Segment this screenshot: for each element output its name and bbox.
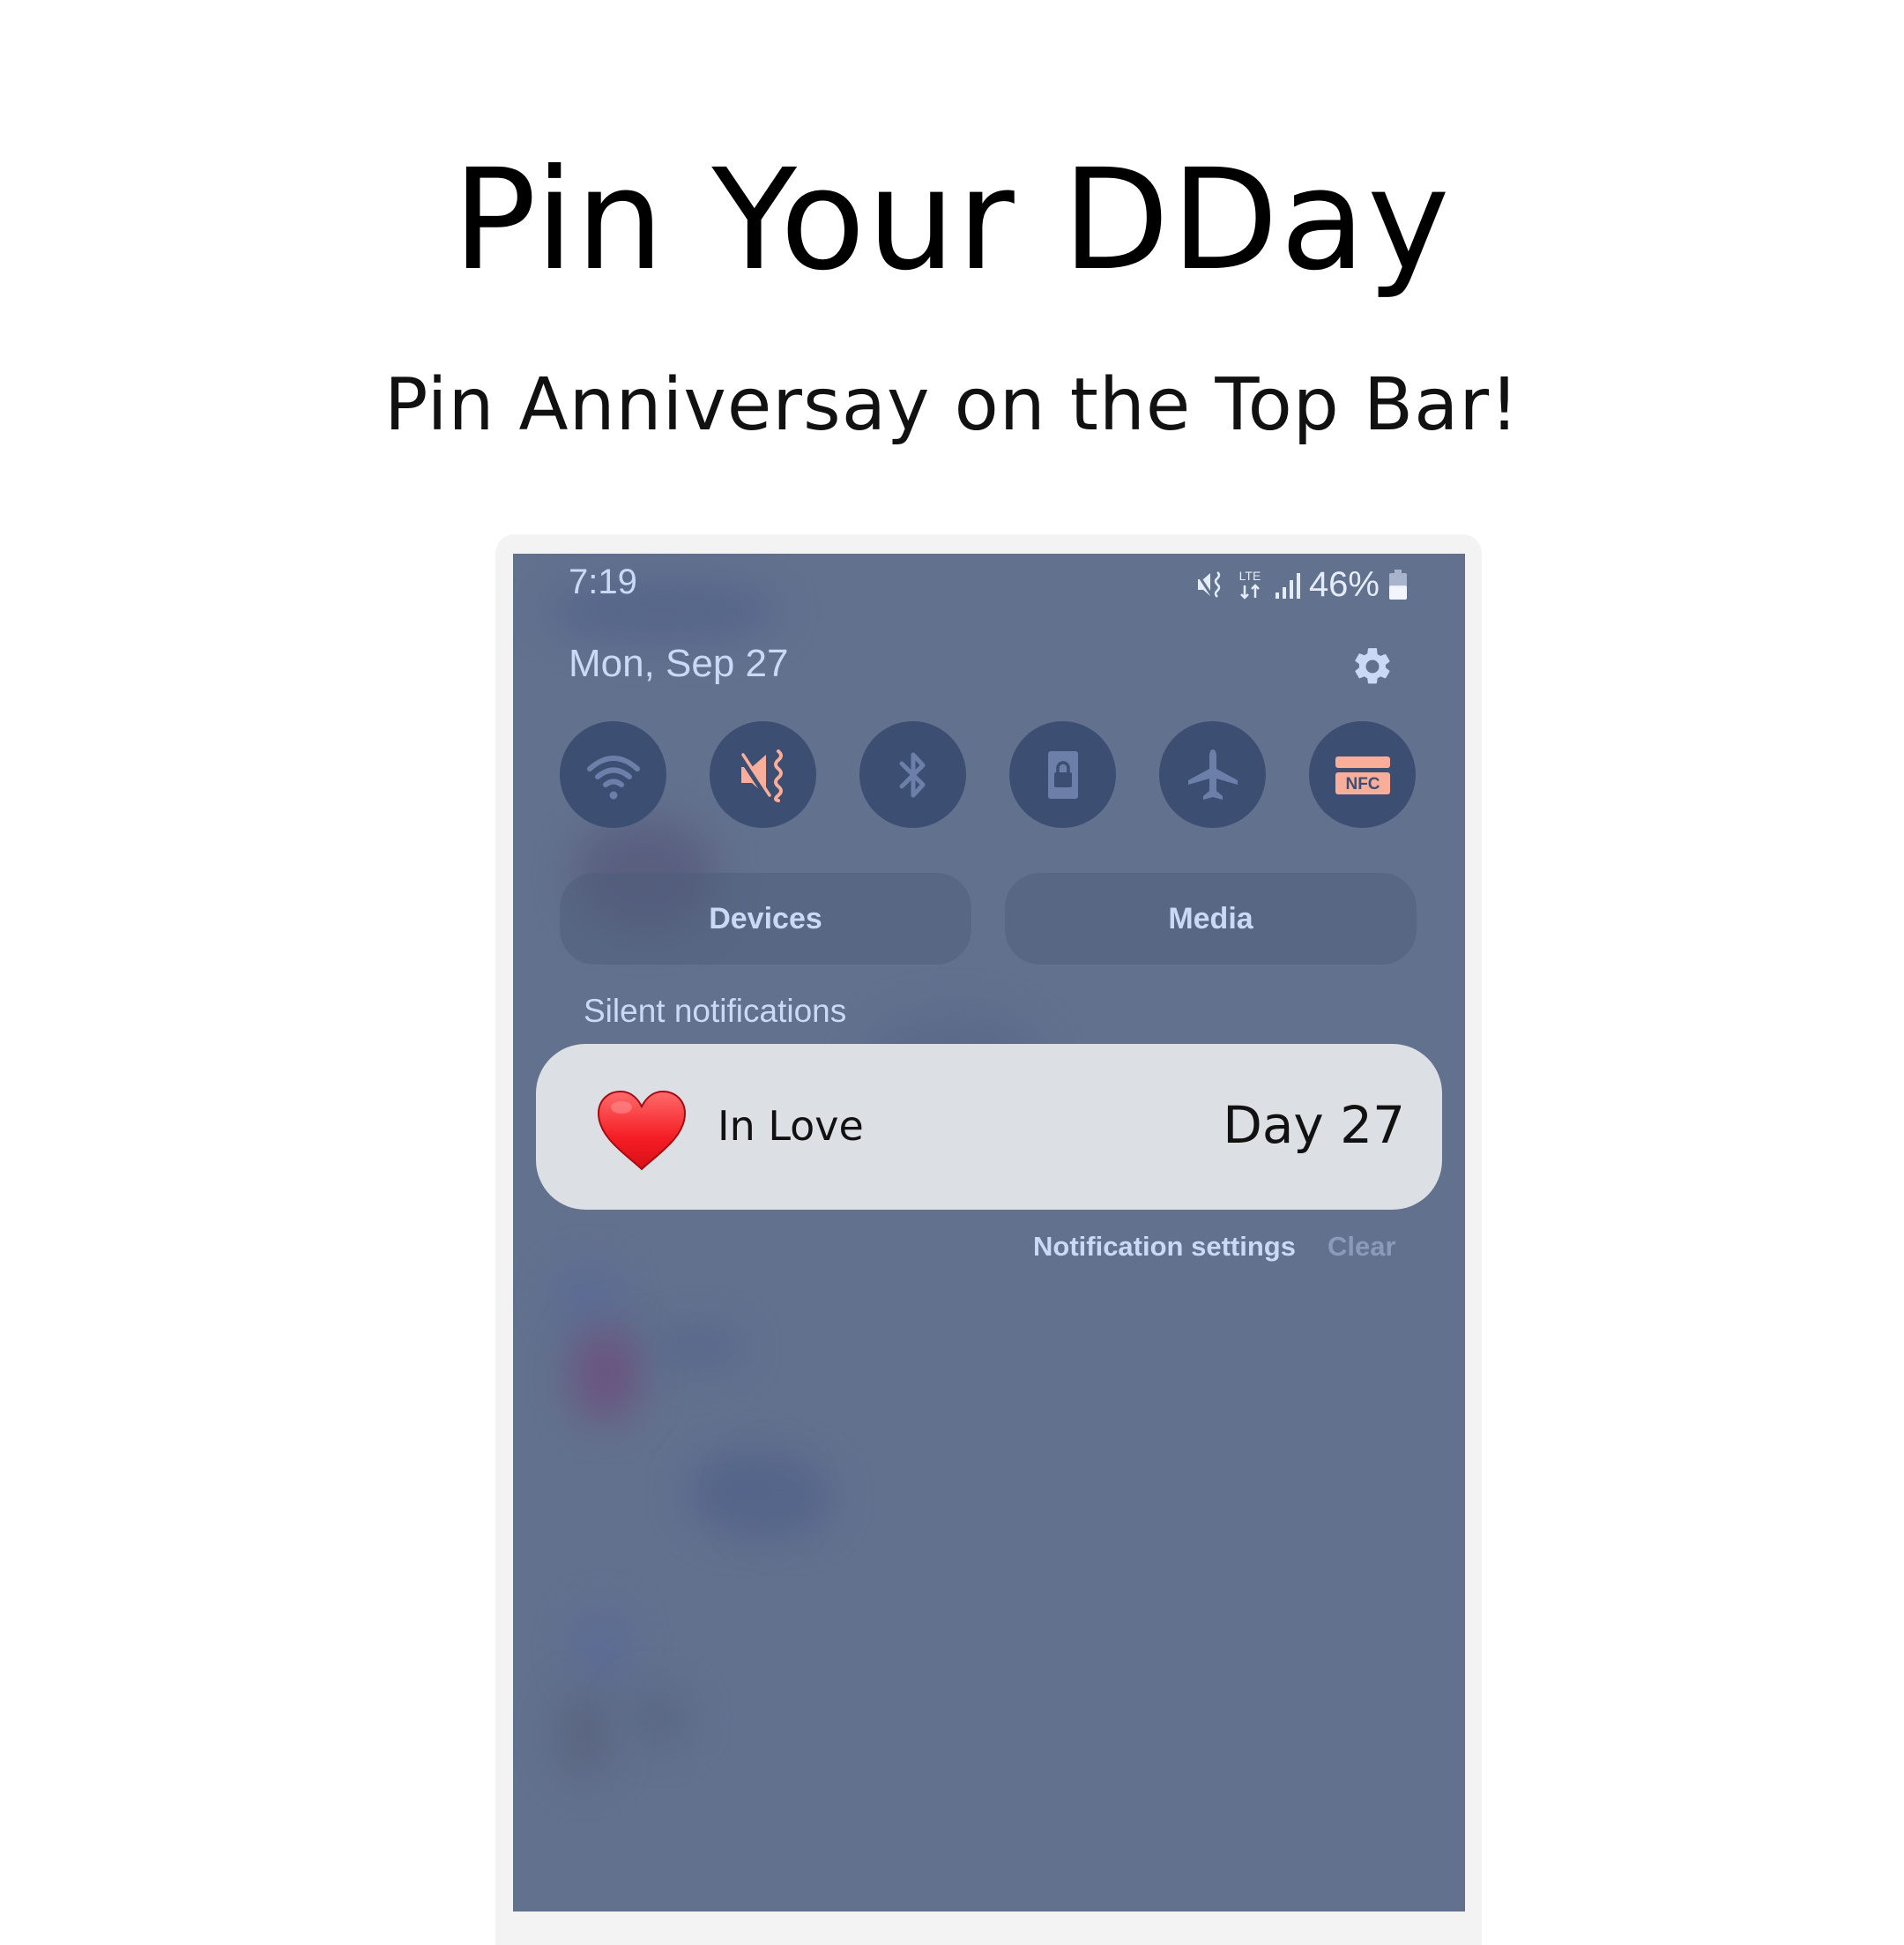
- blurred-background-shape: [628, 1691, 689, 1744]
- promo-subline: Pin Anniversay on the Top Bar!: [384, 363, 1520, 447]
- notification-title: In Love: [718, 1102, 864, 1150]
- blurred-background-shape: [575, 1612, 628, 1682]
- nfc-label: NFC: [1345, 775, 1380, 794]
- battery-percent: 46%: [1308, 564, 1380, 604]
- lte-label: LTE: [1239, 569, 1261, 583]
- dday-notification-card[interactable]: In Love Day 27: [536, 1044, 1442, 1210]
- toggle-nfc[interactable]: NFC: [1309, 721, 1416, 828]
- toggle-airplane-mode[interactable]: [1159, 721, 1266, 828]
- media-button[interactable]: Media: [1005, 873, 1417, 965]
- toggle-bluetooth[interactable]: [859, 721, 966, 828]
- battery-icon: [1389, 570, 1407, 600]
- mute-vibrate-icon: [1195, 571, 1221, 598]
- bluetooth-icon: [899, 752, 925, 797]
- mute-vibrate-icon: [737, 749, 783, 802]
- promo-headline: Pin Your DDay: [452, 139, 1452, 302]
- devices-button[interactable]: Devices: [560, 873, 971, 965]
- status-icons: LTE 46%: [1194, 563, 1408, 607]
- toggle-wifi[interactable]: [560, 721, 666, 828]
- wifi-icon: [586, 755, 640, 799]
- nfc-icon: NFC: [1335, 756, 1390, 794]
- blurred-background-shape: [654, 1330, 742, 1365]
- rotation-lock-icon: [1047, 750, 1078, 799]
- gear-icon[interactable]: [1350, 645, 1395, 689]
- notification-panel: 7:19 LTE 46% Mon, Sep 27 NFC Devices Med…: [513, 554, 1465, 1911]
- clear-button[interactable]: Clear: [1328, 1231, 1396, 1263]
- toggle-screen-lock[interactable]: [1009, 721, 1116, 828]
- heart-icon: [597, 1090, 687, 1171]
- date-label: Mon, Sep 27: [569, 642, 789, 685]
- blurred-background-shape: [570, 1325, 641, 1422]
- blurred-background-shape: [557, 1691, 610, 1779]
- blurred-background-shape: [742, 1462, 830, 1532]
- toggle-sound[interactable]: [710, 721, 816, 828]
- status-time: 7:19: [569, 563, 637, 601]
- lte-icon: LTE: [1239, 569, 1261, 600]
- airplane-icon: [1187, 749, 1238, 800]
- notification-settings-button[interactable]: Notification settings: [1033, 1231, 1296, 1263]
- dday-count: Day 27: [1223, 1095, 1405, 1155]
- silent-notifications-label: Silent notifications: [584, 993, 847, 1029]
- blurred-background-shape: [557, 1268, 619, 1330]
- signal-icon: [1275, 573, 1300, 599]
